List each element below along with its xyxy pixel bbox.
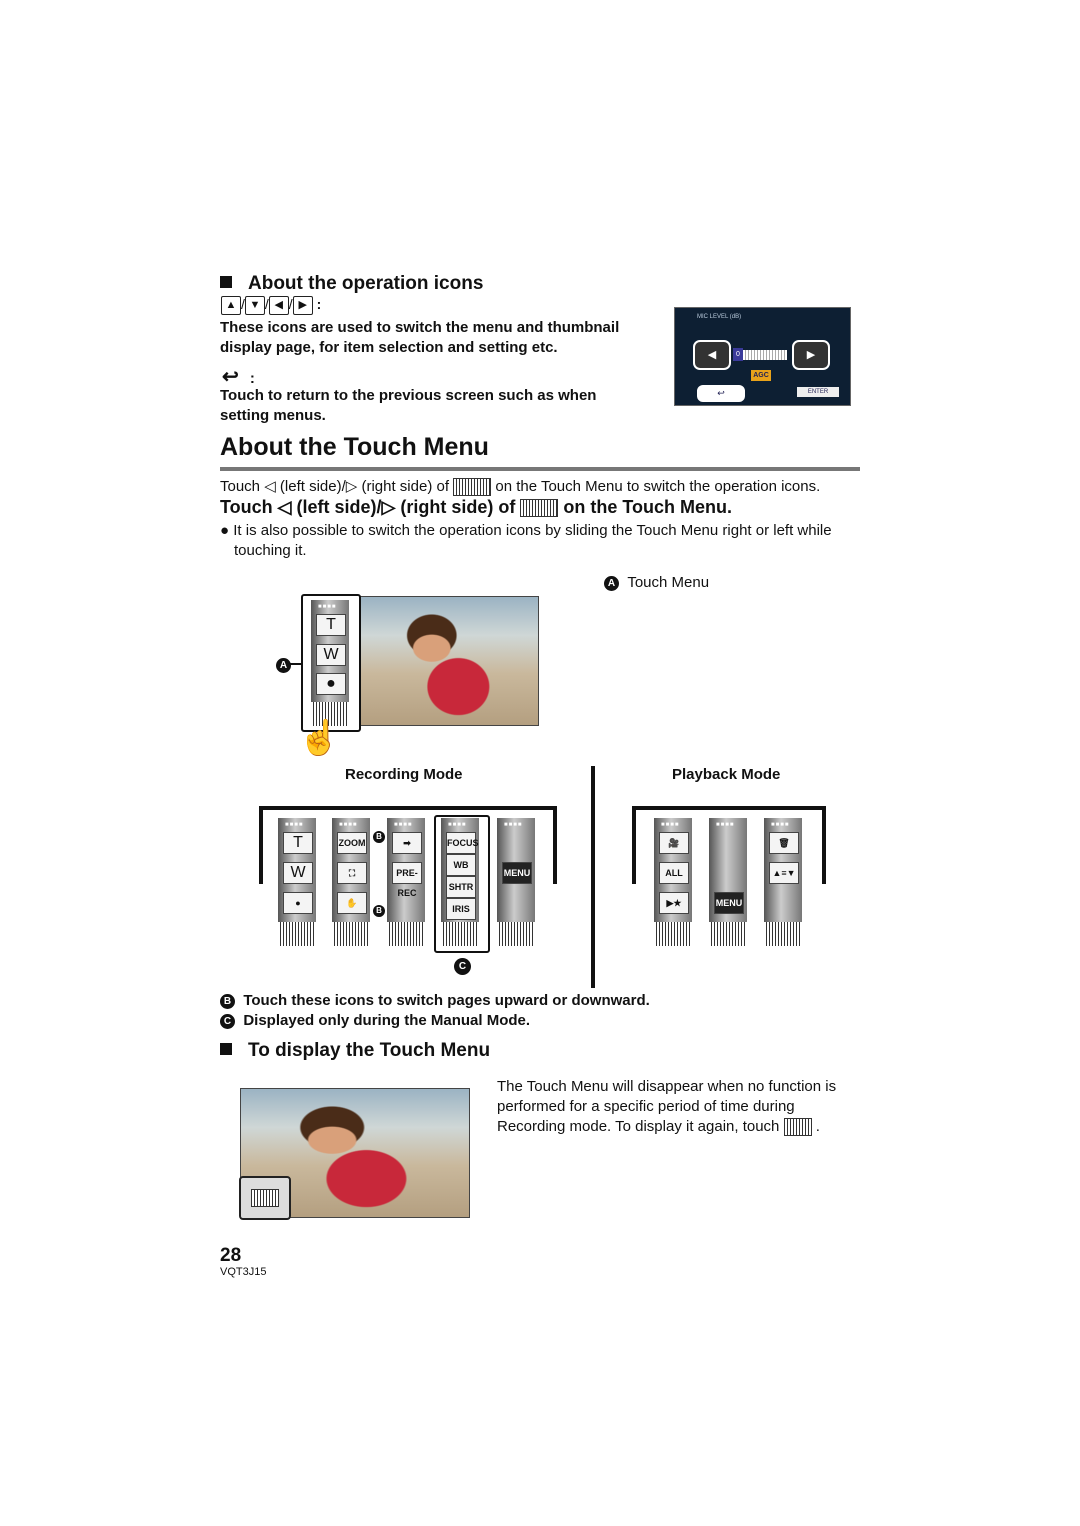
record-button[interactable]: ●: [316, 673, 346, 695]
menu-icon-button[interactable]: MENU: [502, 862, 532, 884]
mic-level-screen: MIC LEVEL (dB) ◀ 0 ▶ AGC ↩ ENTER: [674, 307, 851, 406]
touch-menu-strip-icon: [251, 1189, 279, 1207]
menu-tile: ■■■■ T W ●: [278, 818, 316, 946]
touch-menu-strip[interactable]: [654, 922, 692, 946]
display-text: The Touch Menu will disappear when no fu…: [497, 1078, 837, 1137]
down-arrow-icon: ▼: [244, 296, 265, 315]
enter-button[interactable]: ENTER: [797, 387, 839, 397]
menu-icon-button[interactable]: 🎥: [659, 832, 689, 854]
menu-icon-button[interactable]: ZOOM: [337, 832, 367, 854]
marker-b-down: B: [373, 902, 385, 920]
menu-tile: ■■■■ MENU: [497, 818, 535, 946]
menu-icon-button[interactable]: ⛶: [337, 862, 367, 884]
menu-icon-button[interactable]: ●: [283, 892, 313, 914]
arrow-keys-row: ▲ / ▼ / ◀ / ▶ :: [221, 296, 321, 315]
menu-tile: ■■■■ ZOOM ⛶ ✋: [332, 818, 370, 946]
mic-level-title: MIC LEVEL (dB): [697, 314, 742, 320]
menu-tile: ■■■■ 🗑 ▲≡▼: [764, 818, 802, 946]
tele-button[interactable]: T: [316, 614, 346, 636]
menu-tile: ■■■■ 🎥 ALL ▶★: [654, 818, 692, 946]
touch-menu-strip[interactable]: [764, 922, 802, 946]
return-icon: ↩: [222, 366, 239, 388]
menu-icon-button[interactable]: ▲≡▼: [769, 862, 799, 884]
child-photo: [360, 596, 539, 726]
menu-icon-button[interactable]: ▶★: [659, 892, 689, 914]
menu-icon-button[interactable]: ✋: [337, 892, 367, 914]
menu-icon-button[interactable]: 🗑: [769, 832, 799, 854]
page-number: 28: [220, 1245, 242, 1266]
up-arrow-icon: ▲: [221, 296, 241, 315]
legend-b: B Touch these icons to switch pages upwa…: [220, 991, 650, 1011]
menu-icon-button[interactable]: FOCUS: [446, 832, 479, 854]
return-description: Touch to return to the previous screen s…: [220, 387, 597, 424]
return-button[interactable]: ↩: [697, 385, 745, 402]
touch-menu-strip[interactable]: [278, 922, 316, 946]
touch-menu-strip[interactable]: [387, 922, 425, 946]
intro-text: Touch ◁ (left side)/▷ (right side) of on…: [220, 478, 821, 497]
marker-a-line: [290, 663, 302, 665]
left-arrow-button[interactable]: ◀: [693, 340, 731, 370]
agc-badge: AGC: [751, 370, 771, 381]
menu-tile: ■■■■ MENU: [709, 818, 747, 946]
menu-icon-button[interactable]: MENU: [714, 892, 744, 914]
level-value: 0: [733, 348, 743, 361]
menu-icon-button[interactable]: ALL: [659, 862, 689, 884]
touch-menu-button[interactable]: [239, 1176, 291, 1220]
touch-menu-strip-icon: [520, 499, 559, 518]
mode-divider: [591, 766, 595, 988]
playback-mode-label: Playback Mode: [672, 766, 781, 783]
legend-c: C Displayed only during the Manual Mode.: [220, 1011, 530, 1031]
marker-c: C: [454, 958, 471, 976]
hand-pointer-icon: ☝: [298, 719, 341, 757]
touch-menu-strip[interactable]: [709, 922, 747, 946]
section-heading-operation-icons: About the operation icons: [220, 273, 483, 295]
marker-a: A: [276, 657, 291, 675]
recording-mode-label: Recording Mode: [345, 766, 463, 783]
menu-icon-button[interactable]: IRIS: [446, 898, 476, 920]
arrow-description: These icons are used to switch the menu …: [220, 319, 620, 356]
menu-icon-button[interactable]: SHTR: [446, 876, 476, 898]
touch-menu-strip-icon: [453, 478, 492, 497]
preview-tile: ■■■■ T W ●: [311, 600, 349, 726]
touch-menu-strip[interactable]: [497, 922, 535, 946]
right-arrow-button[interactable]: ▶: [792, 340, 830, 370]
document-code: VQT3J15: [220, 1266, 267, 1278]
menu-icon-button[interactable]: PRE-REC: [392, 862, 422, 898]
touch-menu-strip[interactable]: [441, 922, 479, 946]
menu-icon-button[interactable]: ➡: [392, 832, 422, 854]
menu-tile: ■■■■ ➡ PRE-REC: [387, 818, 425, 946]
touch-menu-strip[interactable]: [332, 922, 370, 946]
legend-a: A Touch Menu: [604, 573, 709, 593]
section-heading-display: To display the Touch Menu: [220, 1040, 490, 1062]
step-text: Touch ◁ (left side)/▷ (right side) of on…: [220, 497, 733, 518]
note-text: ● It is also possible to switch the oper…: [220, 522, 832, 559]
wide-button[interactable]: W: [316, 644, 346, 666]
left-arrow-icon: ◀: [268, 296, 289, 315]
page-title: About the Touch Menu: [220, 433, 489, 461]
title-rule: [220, 467, 860, 471]
menu-icon-button[interactable]: WB: [446, 854, 476, 876]
menu-icon-button[interactable]: W: [283, 862, 313, 884]
marker-b-up: B: [373, 828, 385, 846]
touch-menu-preview: ■■■■ T W ●: [301, 594, 361, 732]
manual-page: About the operation icons ▲ / ▼ / ◀ / ▶ : Thes…: [0, 0, 1080, 1526]
right-arrow-icon: ▶: [292, 296, 313, 315]
touch-menu-strip-icon: [783, 1118, 812, 1137]
menu-icon-button[interactable]: T: [283, 832, 313, 854]
level-meter: [743, 350, 787, 360]
menu-tile: ■■■■ FOCUS WB SHTR IRIS: [441, 818, 479, 946]
